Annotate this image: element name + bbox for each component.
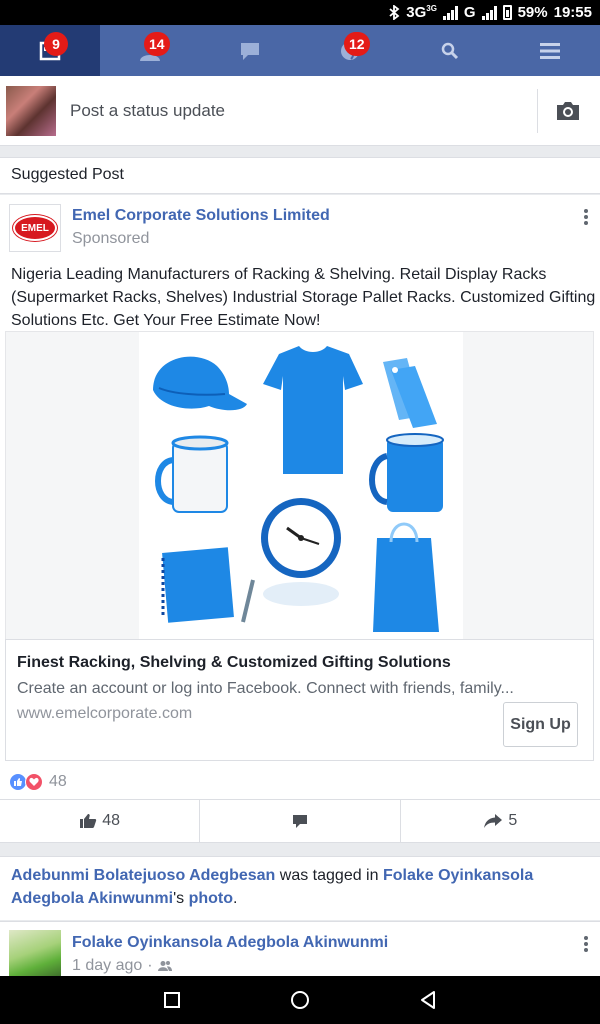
battery-level: 59% xyxy=(517,4,548,21)
bluetooth-icon xyxy=(389,5,400,20)
menu-icon xyxy=(540,42,560,59)
page-name-link[interactable]: Emel Corporate Solutions Limited xyxy=(72,207,330,225)
like-button[interactable]: 48 xyxy=(0,800,201,842)
post-action-bar: 48 5 xyxy=(0,799,600,843)
share-arrow-icon xyxy=(484,814,503,828)
status-composer[interactable]: Post a status update xyxy=(0,76,600,146)
friend-requests-badge: 14 xyxy=(144,32,170,56)
story-actor-link[interactable]: Adebunmi Bolatejuoso Adegbesan xyxy=(11,867,275,884)
sponsored-label: Sponsored xyxy=(72,230,150,247)
home-icon[interactable] xyxy=(290,990,310,1010)
network-type: 3G xyxy=(406,4,427,21)
avatar[interactable] xyxy=(6,86,56,136)
post-meta: 1 day ago · xyxy=(72,957,172,975)
post-time[interactable]: 1 day ago xyxy=(72,957,142,975)
love-reaction-icon xyxy=(25,773,43,791)
link-description: Create an account or log into Facebook. … xyxy=(17,680,514,697)
tab-menu[interactable] xyxy=(500,25,600,76)
tab-messages[interactable]: 6 xyxy=(200,25,368,76)
story-possessive: 's xyxy=(173,890,189,907)
status-bar: 3G3G G 59% 19:55 xyxy=(0,0,600,25)
suggested-post-header: Suggested Post xyxy=(0,157,600,194)
clock: 19:55 xyxy=(553,4,592,21)
meta-separator: · xyxy=(147,957,153,974)
tab-news-feed[interactable]: 9 xyxy=(0,25,100,76)
more-options-icon[interactable] xyxy=(584,209,588,227)
signal2-icon xyxy=(481,5,497,20)
ad-image-products xyxy=(139,332,463,640)
page-logo[interactable]: EMEL xyxy=(9,204,61,252)
share-button[interactable]: 5 xyxy=(401,800,600,842)
product-collage-graphic xyxy=(153,346,444,632)
tab-search[interactable] xyxy=(400,25,500,76)
messages-icon xyxy=(241,42,259,60)
like-count: 48 xyxy=(102,812,121,829)
notifications-badge: 12 xyxy=(344,32,370,56)
poster-name-link[interactable]: Folake Oyinkansola Adegbola Akinwunmi xyxy=(72,934,388,952)
news-feed-badge: 9 xyxy=(44,32,68,56)
share-count: 5 xyxy=(508,812,518,829)
camera-icon[interactable] xyxy=(555,100,581,122)
post-text: Nigeria Leading Manufacturers of Racking… xyxy=(11,266,596,329)
back-icon[interactable] xyxy=(418,990,438,1010)
tab-notifications[interactable]: 12 xyxy=(300,25,400,76)
carrier2-type: G xyxy=(463,4,476,21)
tab-friend-requests[interactable]: 14 xyxy=(100,25,200,76)
sign-up-button[interactable]: Sign Up xyxy=(503,702,578,747)
top-nav: 9 14 6 12 xyxy=(0,25,600,76)
link-title: Finest Racking, Shelving & Customized Gi… xyxy=(17,654,451,671)
story-text: Adebunmi Bolatejuoso Adegbesan was tagge… xyxy=(11,864,571,910)
avatar[interactable] xyxy=(9,930,61,978)
emel-logo: EMEL xyxy=(13,215,57,241)
tagged-story: Adebunmi Bolatejuoso Adegbesan was tagge… xyxy=(0,856,600,920)
more-options-icon[interactable] xyxy=(584,936,588,954)
thumbs-up-icon xyxy=(80,814,97,828)
network-type-small: 3G xyxy=(426,4,437,13)
comment-icon xyxy=(292,814,307,828)
comment-button[interactable] xyxy=(200,800,401,842)
friends-audience-icon xyxy=(157,961,172,971)
signal-icon xyxy=(442,5,458,20)
search-icon xyxy=(441,42,459,59)
post-header: Folake Oyinkansola Adegbola Akinwunmi 1 … xyxy=(0,921,600,978)
story-photo-link[interactable]: photo xyxy=(189,890,233,907)
composer-divider xyxy=(537,89,538,133)
recent-apps-icon[interactable] xyxy=(162,990,182,1010)
status-input-placeholder[interactable]: Post a status update xyxy=(70,101,225,121)
ad-image[interactable] xyxy=(5,331,594,640)
reaction-count: 48 xyxy=(49,773,67,790)
system-nav-bar xyxy=(0,976,600,1024)
suggested-post-label: Suggested Post xyxy=(11,166,124,183)
reactions-summary[interactable]: 48 xyxy=(9,772,67,792)
battery-icon xyxy=(502,5,512,20)
story-end: . xyxy=(233,890,238,907)
link-url: www.emelcorporate.com xyxy=(17,705,193,722)
link-preview[interactable]: Finest Racking, Shelving & Customized Gi… xyxy=(5,639,594,761)
story-verb: was tagged in xyxy=(275,867,383,884)
sponsored-post: EMEL Emel Corporate Solutions Limited Sp… xyxy=(0,195,600,843)
